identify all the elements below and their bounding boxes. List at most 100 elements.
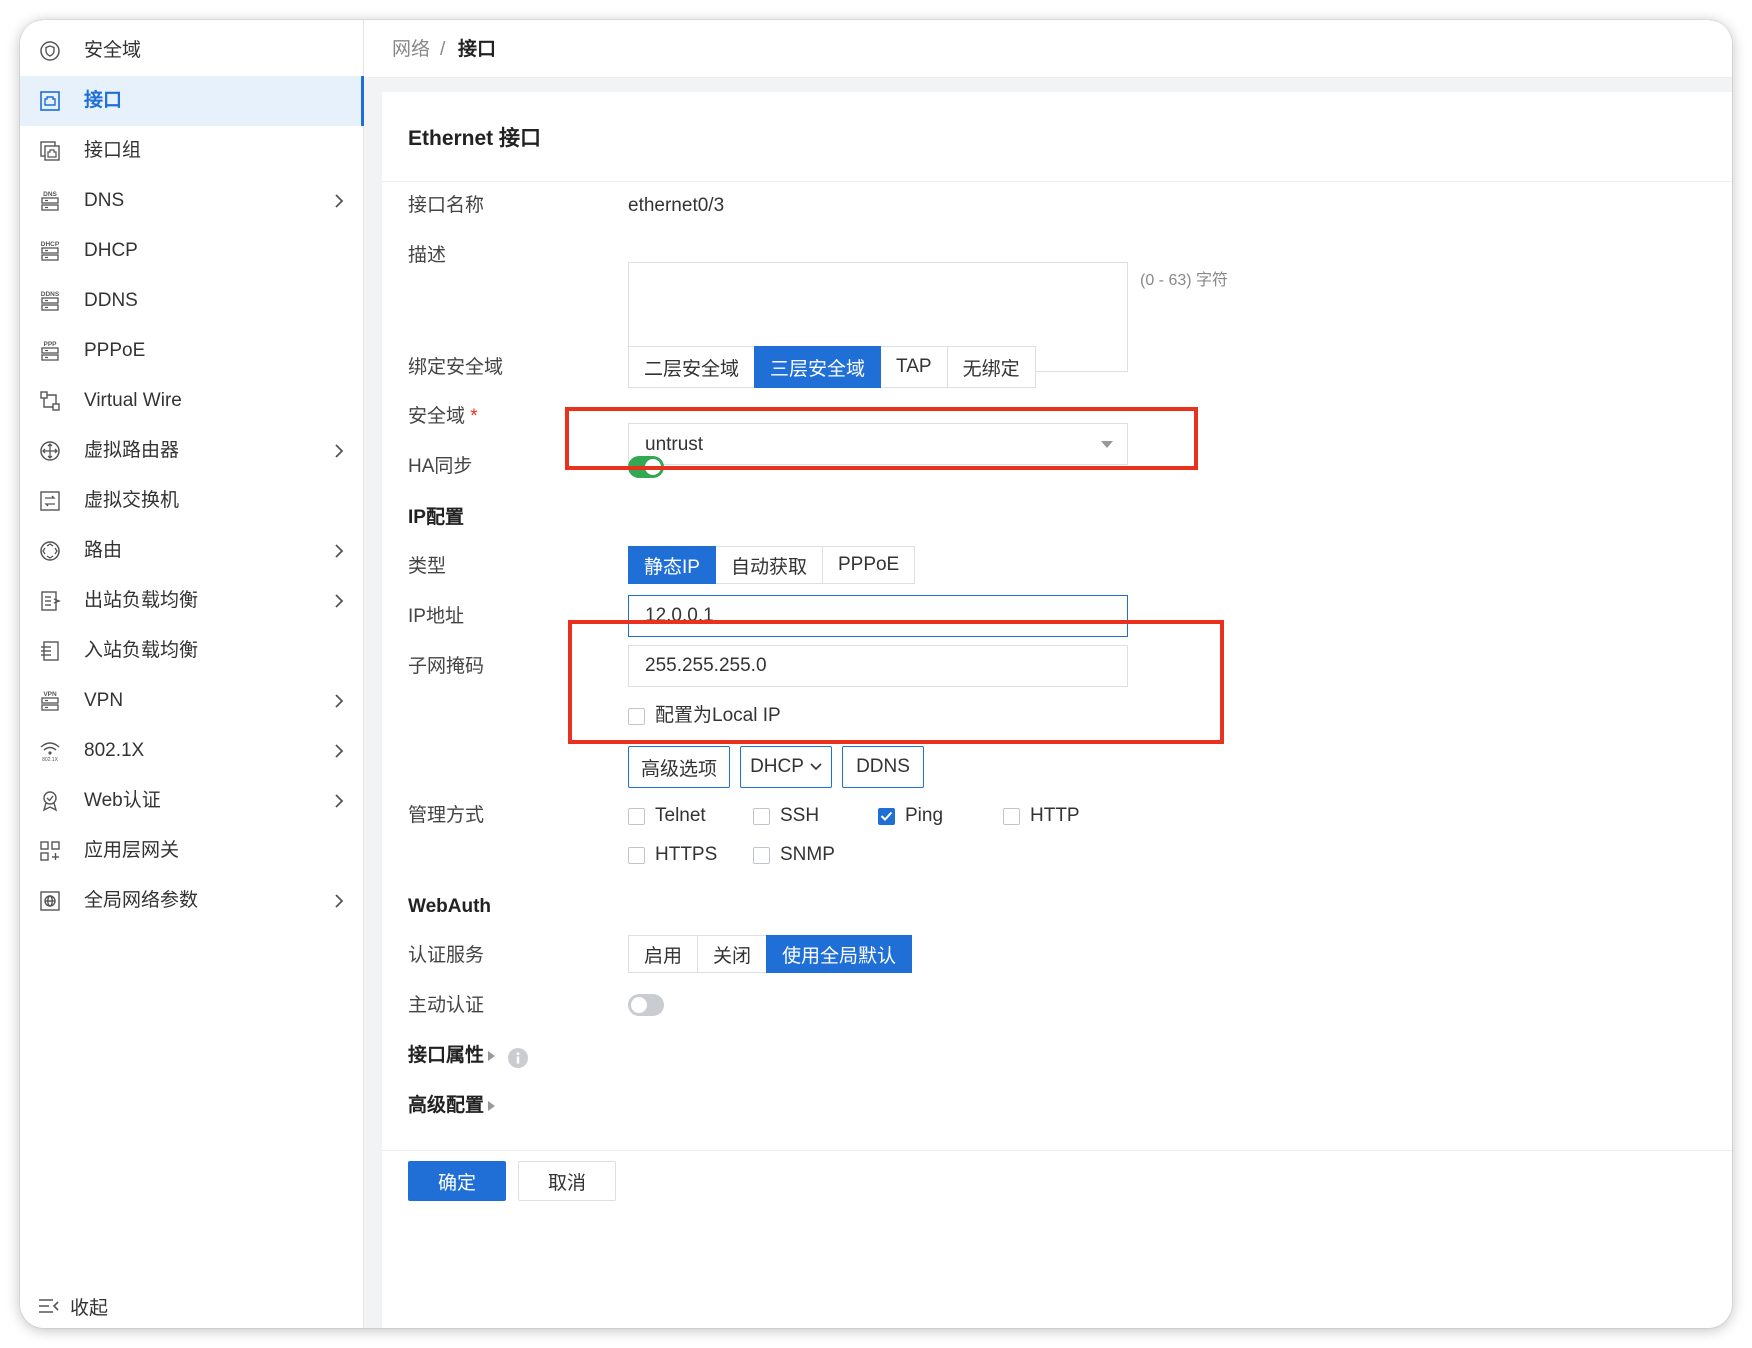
form-footer: 确定 取消: [382, 1150, 1732, 1258]
management-option-label: SNMP: [780, 844, 835, 865]
collapse-button[interactable]: 收起: [38, 1297, 108, 1321]
dhcp-dropdown-button[interactable]: DHCP: [740, 746, 832, 788]
sidebar-item[interactable]: 接口组: [20, 126, 364, 176]
subnet-mask-input[interactable]: [628, 645, 1128, 687]
segment-option[interactable]: 关闭: [697, 935, 768, 973]
advanced-options-button[interactable]: 高级选项: [628, 746, 730, 788]
bind-zone-label: 绑定安全域: [408, 357, 504, 378]
management-option-label: SSH: [780, 805, 820, 826]
breadcrumb-root[interactable]: 网络: [392, 38, 430, 62]
sidebar-item-label: PPPoE: [84, 340, 146, 361]
management-checkbox[interactable]: HTTPS: [628, 843, 717, 867]
sidebar-item[interactable]: 接口: [20, 76, 364, 126]
management-checkbox[interactable]: SNMP: [753, 843, 835, 867]
sidebar-item[interactable]: DDNS DDNS: [20, 276, 364, 326]
sidebar-item[interactable]: DHCP DHCP: [20, 226, 364, 276]
active-auth-toggle[interactable]: [628, 994, 664, 1016]
management-checkbox[interactable]: HTTP: [1003, 804, 1080, 828]
auth-service-label: 认证服务: [408, 945, 485, 966]
sidebar-item[interactable]: 应用层网关: [20, 826, 364, 876]
cancel-button[interactable]: 取消: [518, 1161, 616, 1201]
sidebar-item[interactable]: DNS DNS: [20, 176, 364, 226]
management-checkbox[interactable]: Ping: [878, 804, 943, 828]
sidebar-item-label: 出站负载均衡: [84, 590, 199, 611]
interface-props-label: 接口属性: [408, 1045, 485, 1066]
sidebar-item[interactable]: 安全域: [20, 26, 364, 76]
ip-config-section: IP配置: [408, 507, 464, 528]
ha-sync-toggle[interactable]: [628, 456, 664, 478]
chevron-right-icon: [328, 440, 350, 462]
sidebar-item[interactable]: Virtual Wire: [20, 376, 364, 426]
description-label: 描述: [408, 245, 447, 266]
confirm-button[interactable]: 确定: [408, 1161, 506, 1201]
sidebar-item-label: DHCP: [84, 240, 138, 261]
sidebar-item[interactable]: 全局网络参数: [20, 876, 364, 926]
management-option-label: Telnet: [655, 805, 706, 826]
sidebar-item-label: Virtual Wire: [84, 390, 182, 411]
segment-option[interactable]: 无绑定: [946, 346, 1036, 388]
segment-option[interactable]: 三层安全域: [754, 346, 882, 388]
segment-option[interactable]: 自动获取: [714, 546, 823, 584]
security-zone-select[interactable]: untrust: [628, 423, 1128, 465]
shield-icon: [38, 39, 62, 63]
security-zone-label-text: 安全域: [408, 406, 466, 427]
webauth-section: WebAuth: [408, 896, 492, 917]
advanced-config-collapsible[interactable]: 高级配置: [408, 1094, 495, 1118]
sidebar-item[interactable]: PPP PPPoE: [20, 326, 364, 376]
sidebar-item[interactable]: VPN VPN: [20, 676, 364, 726]
info-icon[interactable]: [508, 1048, 528, 1068]
segment-option[interactable]: 使用全局默认: [766, 935, 913, 973]
ha-sync-label: HA同步: [408, 456, 473, 477]
sidebar-item[interactable]: Web认证: [20, 776, 364, 826]
subnet-mask-label: 子网掩码: [408, 656, 485, 677]
sidebar-item[interactable]: 路由: [20, 526, 364, 576]
checkbox-box: [628, 707, 645, 725]
sidebar-item[interactable]: 出站负载均衡: [20, 576, 364, 626]
sidebar-item-label: 入站负载均衡: [84, 640, 199, 661]
interface-props-collapsible[interactable]: 接口属性: [408, 1044, 495, 1068]
local-ip-checkbox[interactable]: 配置为Local IP: [628, 704, 781, 728]
segment-option[interactable]: 二层安全域: [628, 346, 756, 388]
segment-option[interactable]: 启用: [628, 935, 699, 973]
segment-option[interactable]: TAP: [880, 346, 948, 388]
sidebar-item[interactable]: 802.1X 802.1X: [20, 726, 364, 776]
sidebar-item-label: DNS: [84, 190, 125, 211]
breadcrumb: 网络 / 接口: [364, 20, 1732, 78]
management-option-label: HTTP: [1030, 805, 1080, 826]
virtual-router-icon: [38, 439, 62, 463]
sidebar-item-label: 接口组: [84, 140, 142, 161]
chevron-right-icon: [328, 740, 350, 762]
local-ip-label: 配置为Local IP: [655, 705, 781, 726]
chevron-right-icon: [328, 690, 350, 712]
sidebar-item-label: 虚拟交换机: [84, 490, 180, 511]
collapse-label: 收起: [70, 1298, 109, 1319]
checkbox-box: [628, 846, 645, 864]
management-checkbox[interactable]: SSH: [753, 804, 819, 828]
sidebar-item[interactable]: 虚拟路由器: [20, 426, 364, 476]
management-checkbox[interactable]: Telnet: [628, 804, 706, 828]
chevron-down-icon: [810, 763, 822, 771]
breadcrumb-current: 接口: [458, 39, 497, 60]
checkbox-box: [628, 807, 645, 825]
sidebar: 安全域 接口接口组 DNS DNS DHCP DHCP DDNS DDNS PPP PPPoE Vi…: [20, 20, 364, 1328]
checkbox-box: [753, 846, 770, 864]
ip-address-label: IP地址: [408, 606, 464, 627]
outbound-lb-icon: [38, 589, 62, 613]
partially-hidden-section: [408, 1137, 498, 1151]
svg-text:VPN: VPN: [43, 691, 57, 698]
route-icon: [38, 539, 62, 563]
ip-address-input[interactable]: [628, 595, 1128, 637]
segment-option[interactable]: PPPoE: [821, 546, 916, 584]
ddns-label: DDNS: [856, 756, 910, 777]
checkbox-box: [1003, 807, 1020, 825]
ddns-icon: DDNS: [38, 289, 62, 313]
sidebar-menu: 安全域 接口接口组 DNS DNS DHCP DHCP DDNS DDNS PPP PPPoE Vi…: [20, 26, 364, 926]
ddns-button[interactable]: DDNS: [842, 746, 924, 788]
sidebar-item[interactable]: 虚拟交换机: [20, 476, 364, 526]
svg-text:DHCP: DHCP: [41, 241, 60, 248]
segment-option[interactable]: 静态IP: [628, 546, 716, 584]
advanced-options-label: 高级选项: [640, 758, 717, 780]
sidebar-item[interactable]: 入站负载均衡: [20, 626, 364, 676]
chevron-right-icon: [328, 790, 350, 812]
sidebar-item-label: 全局网络参数: [84, 890, 199, 911]
